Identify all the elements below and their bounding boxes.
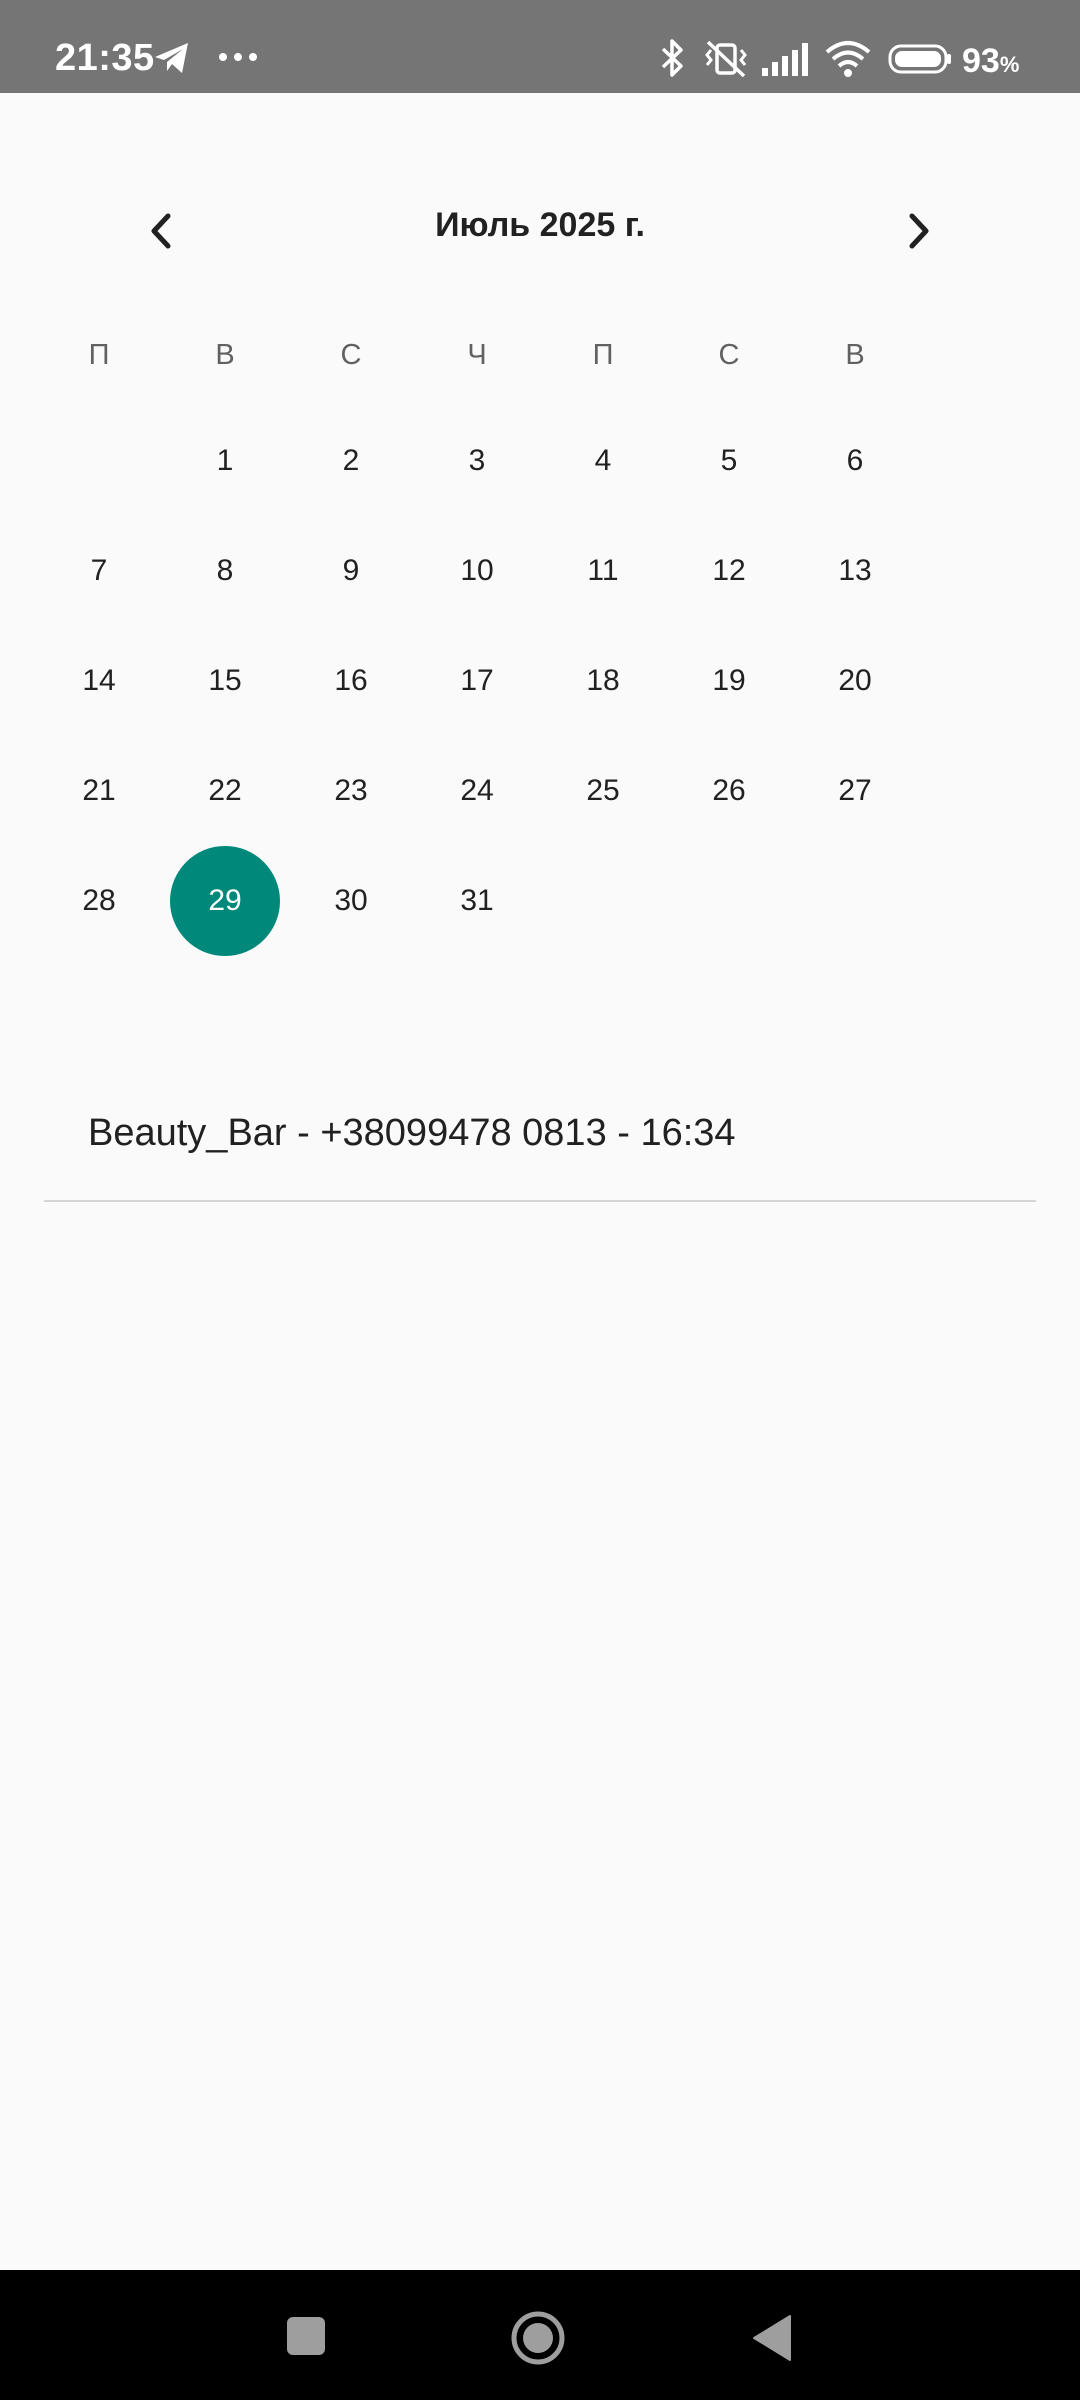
calendar-day[interactable]: 26 — [666, 751, 792, 831]
next-month-button[interactable] — [884, 196, 954, 266]
recents-button[interactable] — [286, 2316, 326, 2356]
calendar-day[interactable]: 5 — [666, 421, 792, 501]
weekday-label: С — [718, 338, 740, 371]
calendar-week: 28 29 30 31 — [36, 846, 792, 956]
chevron-left-icon — [151, 213, 171, 249]
wifi-icon — [825, 41, 871, 77]
calendar-week: 1 2 3 4 5 6 — [36, 421, 864, 501]
weekday-label: Ч — [467, 338, 487, 371]
status-time: 21:35 — [55, 37, 155, 79]
bluetooth-icon — [661, 39, 683, 77]
calendar-day[interactable]: 24 — [414, 751, 540, 831]
status-bar: 21:35 93% — [0, 0, 1080, 93]
calendar-day[interactable]: 2 — [288, 421, 414, 501]
weekday-label: В — [845, 338, 865, 371]
month-title: Июль 2025 г. — [435, 206, 645, 244]
calendar-week: 14 15 16 17 18 19 20 — [36, 641, 871, 721]
calendar-day[interactable]: 25 — [540, 751, 666, 831]
calendar-day-empty — [36, 421, 162, 501]
weekday-label: С — [340, 338, 362, 371]
calendar-day[interactable]: 10 — [414, 531, 540, 611]
event-list-item[interactable]: Beauty_Bar - +38099478 0813 - 16:34 — [44, 1070, 1036, 1202]
calendar-week: 21 22 23 24 25 26 27 — [36, 751, 871, 831]
calendar-day[interactable]: 11 — [540, 531, 666, 611]
weekday-label: П — [88, 338, 110, 371]
weekday-header: П В С Ч П С В — [36, 315, 865, 395]
calendar-day[interactable]: 20 — [792, 641, 918, 721]
calendar-week: 7 8 9 10 11 12 13 — [36, 531, 872, 611]
telegram-icon — [155, 43, 188, 73]
calendar-day[interactable]: 22 — [162, 751, 288, 831]
calendar-day[interactable]: 21 — [36, 751, 162, 831]
calendar-day-empty — [666, 861, 792, 941]
calendar-day[interactable]: 15 — [162, 641, 288, 721]
selected-day-label: 29 — [208, 884, 242, 917]
calendar-day[interactable]: 28 — [36, 861, 162, 941]
calendar-day-empty — [792, 861, 918, 941]
calendar-day[interactable]: 14 — [36, 641, 162, 721]
back-button[interactable] — [752, 2314, 792, 2362]
signal-icon — [762, 43, 808, 76]
more-dots-icon — [219, 53, 257, 61]
event-text: Beauty_Bar - +38099478 0813 - 16:34 — [88, 1112, 736, 1154]
weekday-label: В — [215, 338, 235, 371]
home-button[interactable] — [510, 2310, 566, 2366]
battery-percent: 93% — [962, 42, 1020, 80]
calendar-day[interactable]: 4 — [540, 421, 666, 501]
calendar-day-selected[interactable]: 29 — [162, 846, 288, 956]
calendar-day[interactable]: 27 — [792, 751, 918, 831]
weekday-label: П — [592, 338, 614, 371]
calendar-day[interactable]: 16 — [288, 641, 414, 721]
calendar-day[interactable]: 23 — [288, 751, 414, 831]
calendar-day[interactable]: 9 — [288, 531, 414, 611]
calendar-day[interactable]: 3 — [414, 421, 540, 501]
calendar-day[interactable]: 8 — [162, 531, 288, 611]
calendar-day[interactable]: 31 — [414, 861, 540, 941]
calendar-day[interactable]: 13 — [792, 531, 918, 611]
system-navigation-bar — [0, 2270, 1080, 2400]
calendar-day[interactable]: 19 — [666, 641, 792, 721]
calendar-day[interactable]: 30 — [288, 861, 414, 941]
vibrate-off-icon — [705, 40, 747, 78]
calendar-day[interactable]: 17 — [414, 641, 540, 721]
calendar-day-empty — [540, 861, 666, 941]
calendar-day[interactable]: 12 — [666, 531, 792, 611]
calendar-day[interactable]: 18 — [540, 641, 666, 721]
previous-month-button[interactable] — [126, 196, 196, 266]
calendar-day[interactable]: 6 — [792, 421, 918, 501]
calendar-day[interactable]: 1 — [162, 421, 288, 501]
chevron-right-icon — [909, 213, 929, 249]
calendar-day[interactable]: 7 — [36, 531, 162, 611]
battery-icon — [888, 44, 951, 74]
